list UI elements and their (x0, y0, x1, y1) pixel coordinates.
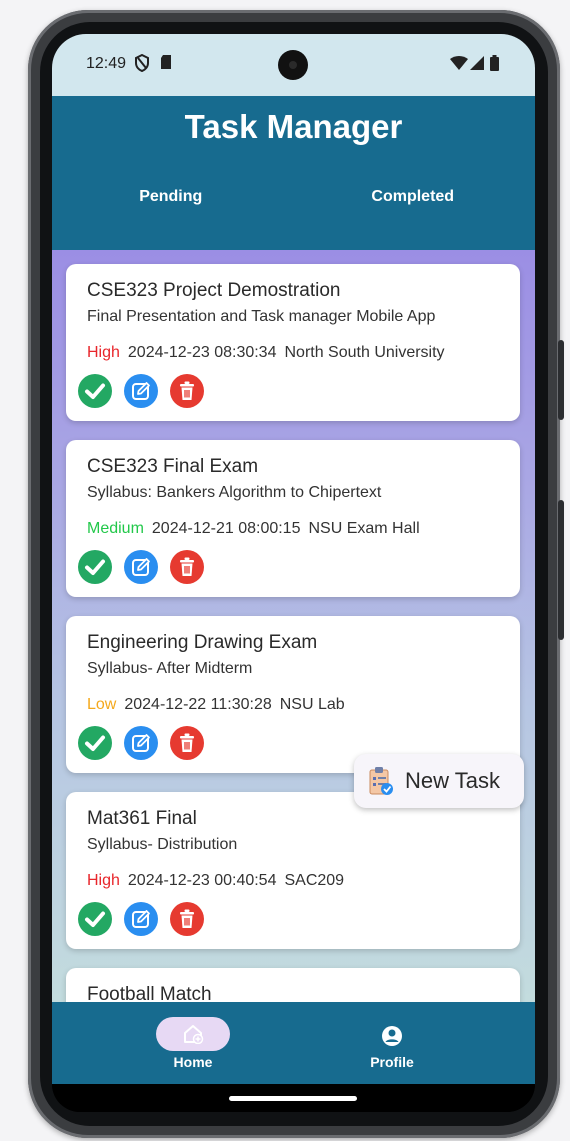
gesture-bar[interactable] (229, 1096, 357, 1101)
trash-icon (180, 381, 194, 400)
checkmark-icon (85, 559, 105, 575)
task-location: SAC209 (284, 872, 345, 889)
task-description: Syllabus- After Midterm (87, 660, 253, 677)
trash-icon (180, 557, 194, 576)
home-active-indicator (156, 1017, 230, 1051)
task-card[interactable]: Football MatchBan vs Ind (66, 968, 520, 1002)
priority-label: Low (87, 696, 117, 713)
task-meta: High 2024-12-23 08:30:34 North South Unive… (87, 344, 445, 362)
home-icon (182, 1024, 204, 1049)
task-meta: Low 2024-12-22 11:30:28 NSU Lab (87, 696, 345, 714)
edit-task-button[interactable] (124, 550, 158, 584)
account-circle-icon (380, 1024, 404, 1053)
app-screen: 12:49 Task Manager Pending Completed CSE… (52, 34, 535, 1112)
gesture-area (52, 1084, 535, 1112)
edit-task-button[interactable] (124, 374, 158, 408)
task-card[interactable]: Mat361 Final Syllabus- Distribution High 20… (66, 792, 520, 949)
task-datetime: 2024-12-22 11:30:28 (124, 696, 272, 713)
bottom-navigation: Home Profile (52, 1002, 535, 1084)
task-title: Engineering Drawing Exam (87, 632, 318, 653)
task-card[interactable]: CSE323 Final Exam Syllabus: Bankers Algor… (66, 440, 520, 597)
task-title: Mat361 Final (87, 808, 197, 829)
task-card[interactable]: Engineering Drawing Exam Syllabus- After … (66, 616, 520, 773)
new-task-label: New Task (405, 768, 500, 793)
checkmark-icon (85, 911, 105, 927)
edit-icon (132, 382, 150, 400)
edit-icon (132, 910, 150, 928)
tab-pending[interactable]: Pending (52, 188, 292, 206)
task-actions (78, 374, 216, 408)
task-datetime: 2024-12-23 00:40:54 (127, 872, 277, 889)
task-title: Football Match (87, 984, 212, 1002)
task-datetime: 2024-12-21 08:00:15 (151, 520, 301, 537)
delete-task-button[interactable] (170, 726, 204, 760)
task-title: CSE323 Final Exam (87, 456, 259, 477)
tab-completed[interactable]: Completed (292, 188, 534, 206)
task-description: Final Presentation and Task manager Mobi… (87, 308, 436, 325)
vpn-shield-icon (134, 53, 150, 77)
priority-label: Medium (87, 520, 144, 537)
edit-task-button[interactable] (124, 902, 158, 936)
task-list[interactable]: CSE323 Project Demostration Final Present… (52, 250, 535, 1002)
priority-label: High (87, 872, 120, 889)
sd-card-icon (160, 54, 172, 75)
priority-label: High (87, 344, 120, 361)
delete-task-button[interactable] (170, 374, 204, 408)
status-bar: 12:49 (52, 34, 535, 96)
signal-icon (470, 56, 484, 75)
checkmark-icon (85, 735, 105, 751)
volume-button (558, 340, 564, 420)
task-clipboard-icon (368, 766, 394, 801)
task-card[interactable]: CSE323 Project Demostration Final Present… (66, 264, 520, 421)
edit-task-button[interactable] (124, 726, 158, 760)
task-description: Syllabus- Distribution (87, 836, 238, 853)
task-location: NSU Lab (279, 696, 345, 713)
complete-task-button[interactable] (78, 726, 112, 760)
power-button (558, 500, 564, 640)
task-location: NSU Exam Hall (308, 520, 420, 537)
task-datetime: 2024-12-23 08:30:34 (127, 344, 277, 361)
task-title: CSE323 Project Demostration (87, 280, 341, 301)
task-actions (78, 726, 216, 760)
status-time: 12:49 (86, 55, 127, 72)
delete-task-button[interactable] (170, 550, 204, 584)
checkmark-icon (85, 383, 105, 399)
trash-icon (180, 909, 194, 928)
edit-icon (132, 558, 150, 576)
task-description: Syllabus: Bankers Algorithm to Chipertex… (87, 484, 382, 501)
battery-icon (490, 55, 499, 76)
complete-task-button[interactable] (78, 550, 112, 584)
page-title: Task Manager (184, 108, 403, 145)
nav-label-profile: Profile (370, 1054, 414, 1070)
delete-task-button[interactable] (170, 902, 204, 936)
complete-task-button[interactable] (78, 902, 112, 936)
task-meta: High 2024-12-23 00:40:54 SAC209 (87, 872, 344, 890)
task-location: North South University (284, 344, 445, 361)
task-meta: Medium 2024-12-21 08:00:15 NSU Exam Hall (87, 520, 420, 538)
nav-label-home: Home (173, 1054, 213, 1070)
edit-icon (132, 734, 150, 752)
trash-icon (180, 733, 194, 752)
front-camera (278, 50, 308, 80)
complete-task-button[interactable] (78, 374, 112, 408)
task-actions (78, 550, 216, 584)
task-actions (78, 902, 216, 936)
app-header: Task Manager Pending Completed (52, 96, 535, 250)
wifi-icon (450, 56, 468, 75)
new-task-button[interactable]: New Task (354, 754, 524, 808)
